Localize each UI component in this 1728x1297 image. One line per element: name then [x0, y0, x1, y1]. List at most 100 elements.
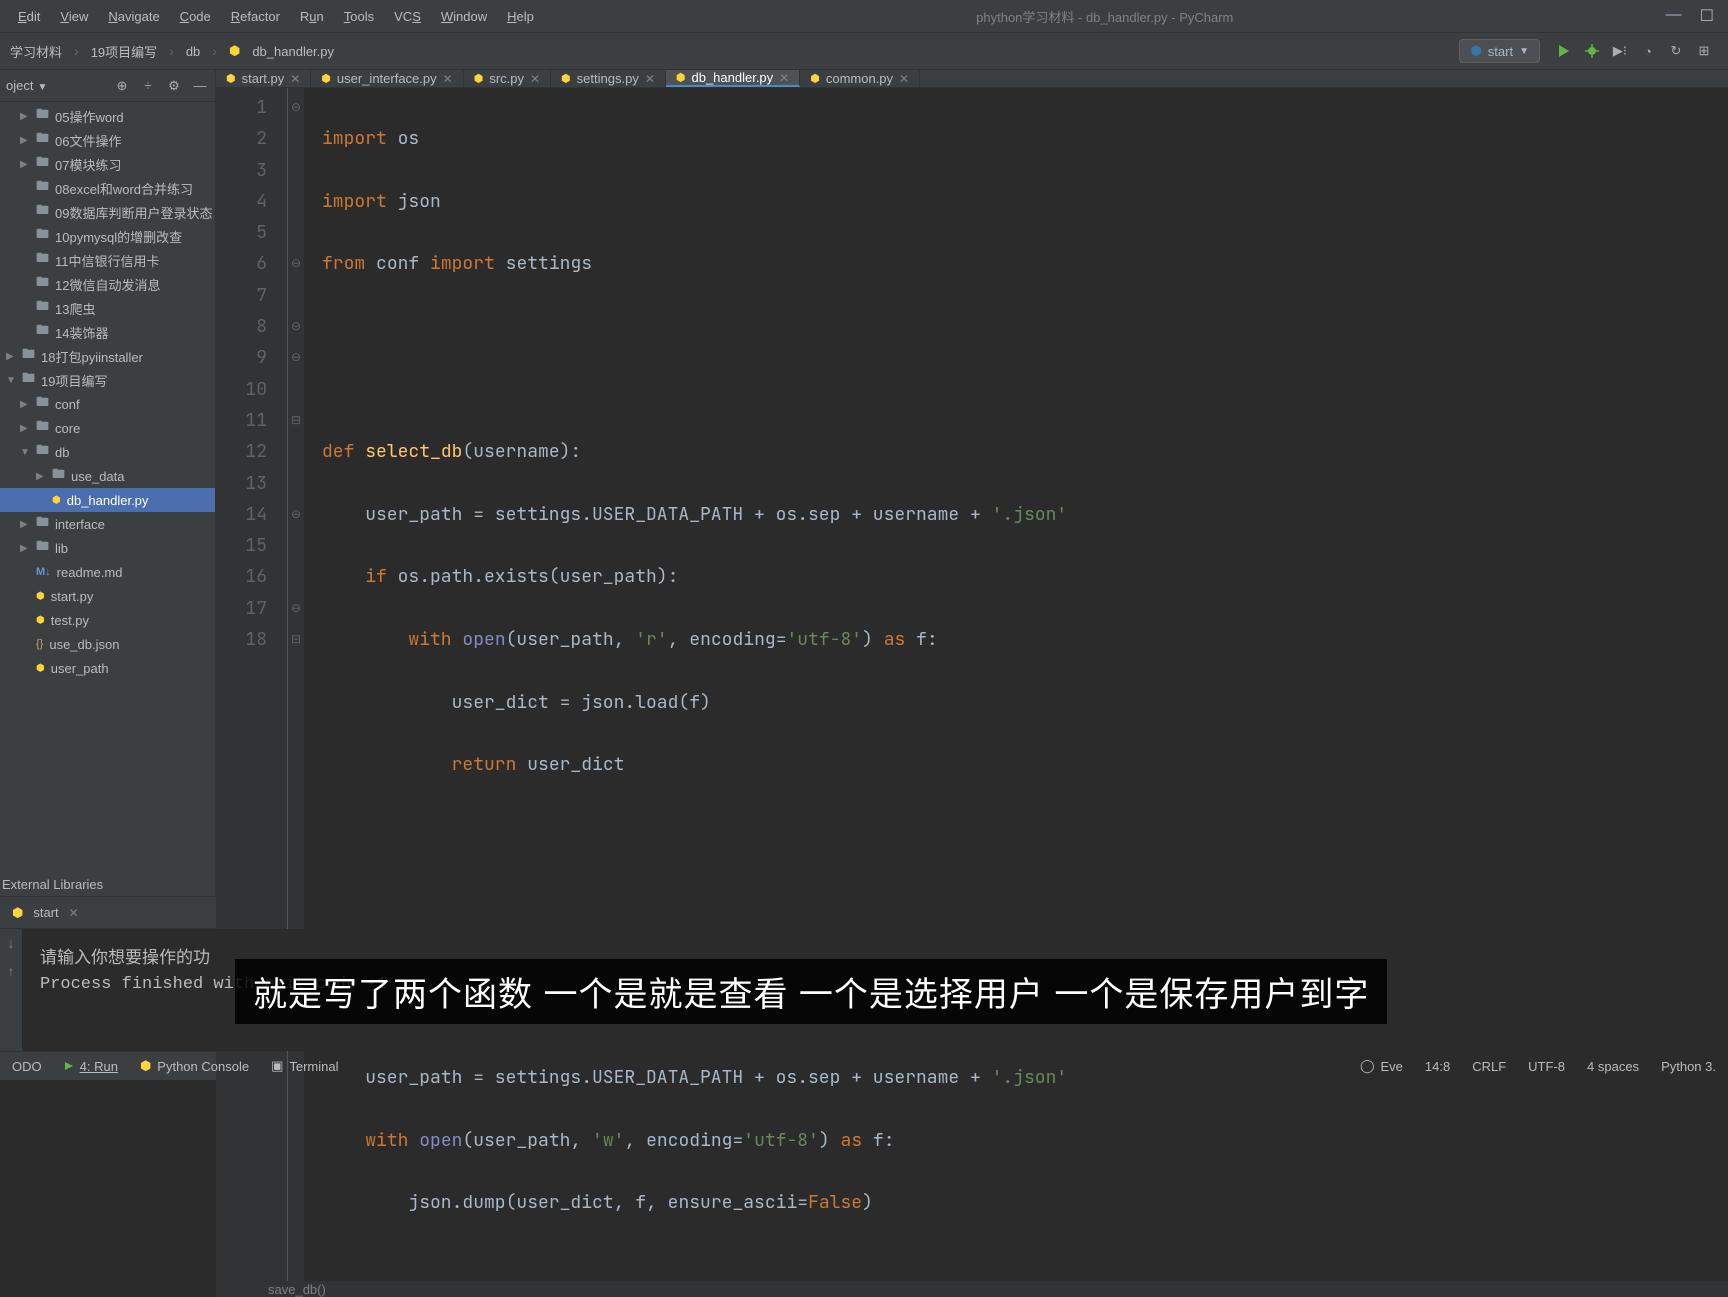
tree-item-core[interactable]: ▶🖿core: [0, 416, 215, 440]
menu-view[interactable]: View: [50, 9, 98, 24]
tree-item-07[interactable]: ▶🖿07模块练习: [0, 152, 215, 176]
close-icon[interactable]: ✕: [443, 72, 453, 86]
tree-item-readmemd[interactable]: M↓readme.md: [0, 560, 215, 584]
tree-item-testpy[interactable]: ⬢test.py: [0, 608, 215, 632]
run-tool[interactable]: 4: Run: [64, 1059, 118, 1074]
close-icon[interactable]: ✕: [899, 72, 909, 86]
close-icon[interactable]: ✕: [530, 72, 540, 86]
tree-item-use_dbjson[interactable]: {}use_db.json: [0, 632, 215, 656]
menu-run[interactable]: Run: [290, 9, 334, 24]
code-breadcrumb[interactable]: save_db(): [216, 1281, 1728, 1297]
tab-db_handlerpy[interactable]: ⬢db_handler.py✕: [666, 70, 800, 87]
tree-item-08excelword[interactable]: 🖿08excel和word合并练习: [0, 176, 215, 200]
fold-column[interactable]: ⊖ ⊖⊖⊖ ⊟⊖ ⊖⊟: [288, 88, 304, 1281]
breadcrumb-root[interactable]: 学习材料: [10, 42, 62, 61]
code-editor[interactable]: 123456789101112131415161718 ⊖ ⊖⊖⊖ ⊟⊖ ⊖⊟ …: [216, 88, 1728, 1281]
close-icon[interactable]: ✕: [779, 71, 789, 85]
collapse-icon[interactable]: ÷: [137, 75, 159, 97]
debug-button[interactable]: [1581, 40, 1603, 62]
tree-item-13[interactable]: 🖿13爬虫: [0, 296, 215, 320]
tree-item-db_handlerpy[interactable]: ⬢db_handler.py: [0, 488, 215, 512]
tree-item-11[interactable]: 🖿11中信银行信用卡: [0, 248, 215, 272]
project-tree[interactable]: ▶🖿05操作word▶🖿06文件操作▶🖿07模块练习🖿08excel和word合…: [0, 102, 215, 872]
tree-item-use_data[interactable]: ▶🖿use_data: [0, 464, 215, 488]
breadcrumb-file[interactable]: db_handler.py: [252, 44, 334, 59]
hide-icon[interactable]: —: [189, 75, 211, 97]
code-content[interactable]: import os import json from conf import s…: [304, 88, 1728, 1281]
tab-settingspy[interactable]: ⬢settings.py✕: [551, 70, 666, 87]
run-console[interactable]: ↓ ↑ 请输入你想要操作的功 Process finished with exi…: [0, 929, 1728, 1051]
breadcrumb-project[interactable]: 19项目编写: [91, 42, 157, 61]
tree-item-19[interactable]: ▼🖿19项目编写: [0, 368, 215, 392]
terminal-tool[interactable]: ▣Terminal: [271, 1058, 338, 1074]
tree-item-14[interactable]: 🖿 14装饰器: [0, 320, 215, 344]
minimize-icon[interactable]: —: [1666, 6, 1682, 26]
todo-tool[interactable]: ODO: [12, 1059, 42, 1074]
rerun-icon[interactable]: ↓: [7, 937, 15, 953]
tree-item-label: 10pymysql的增删改查: [55, 227, 182, 246]
menu-edit[interactable]: Edit: [8, 9, 50, 24]
tree-item-interface[interactable]: ▶🖿interface: [0, 512, 215, 536]
tree-item-startpy[interactable]: ⬢start.py: [0, 584, 215, 608]
reload-icon[interactable]: ↻: [1665, 40, 1687, 62]
tree-item-user_path[interactable]: ⬢user_path: [0, 656, 215, 680]
tab-label: db_handler.py: [691, 70, 773, 85]
gear-icon[interactable]: ⚙: [163, 75, 185, 97]
tree-item-label: conf: [55, 397, 80, 412]
tree-item-conf[interactable]: ▶🖿conf: [0, 392, 215, 416]
tree-item-label: interface: [55, 517, 105, 532]
folder-icon: 🖿: [36, 321, 49, 343]
python-console-tool[interactable]: ⬢Python Console: [140, 1058, 249, 1074]
menu-navigate[interactable]: Navigate: [98, 9, 169, 24]
tab-startpy[interactable]: ⬢start.py✕: [216, 70, 311, 87]
tree-item-18pyiinstaller[interactable]: ▶🖿18打包pyiinstaller: [0, 344, 215, 368]
project-panel-label[interactable]: oject▼: [4, 78, 107, 93]
cursor-position[interactable]: 14:8: [1425, 1059, 1450, 1074]
menu-code[interactable]: Code: [170, 9, 221, 24]
menu-help[interactable]: Help: [497, 9, 544, 24]
run-button[interactable]: [1553, 40, 1575, 62]
close-icon[interactable]: ✕: [69, 906, 79, 920]
line-number: 9: [216, 342, 267, 373]
event-log-tool[interactable]: ◯ Eve: [1360, 1058, 1403, 1074]
python-icon: ⬢: [1470, 43, 1481, 59]
tab-srcpy[interactable]: ⬢src.py✕: [464, 70, 551, 87]
target-icon[interactable]: ⊕: [111, 75, 133, 97]
tree-item-12[interactable]: 🖿12微信自动发消息: [0, 272, 215, 296]
indent-info[interactable]: 4 spaces: [1587, 1059, 1639, 1074]
breadcrumb-folder[interactable]: db: [186, 44, 200, 59]
close-icon[interactable]: ✕: [645, 72, 655, 86]
file-encoding[interactable]: UTF-8: [1528, 1059, 1565, 1074]
tab-commonpy[interactable]: ⬢common.py✕: [800, 70, 920, 87]
tab-user_interfacepy[interactable]: ⬢user_interface.py✕: [311, 70, 463, 87]
line-number: 5: [216, 217, 267, 248]
maximize-icon[interactable]: ☐: [1700, 6, 1714, 26]
menu-vcs[interactable]: VCS: [384, 9, 431, 24]
menu-refactor[interactable]: Refactor: [221, 9, 290, 24]
tree-item-06[interactable]: ▶🖿06文件操作: [0, 128, 215, 152]
tree-item-10pymysql[interactable]: 🖿10pymysql的增删改查: [0, 224, 215, 248]
menu-tools[interactable]: Tools: [334, 9, 384, 24]
run-panel-label[interactable]: start: [33, 905, 58, 920]
navigation-toolbar: 学习材料 › 19项目编写 › db › ⬢ db_handler.py ⬢ s…: [0, 33, 1728, 70]
run-configuration-selector[interactable]: ⬢ start ▼: [1459, 39, 1540, 63]
window-controls: — ☐: [1666, 6, 1720, 26]
profile-button[interactable]: ◔: [1637, 40, 1659, 62]
line-gutter: 123456789101112131415161718: [216, 88, 288, 1281]
line-number: 14: [216, 499, 267, 530]
python-interpreter[interactable]: Python 3.: [1661, 1059, 1716, 1074]
tree-item-09[interactable]: 🖿09数据库判断用户登录状态: [0, 200, 215, 224]
tree-external-libs[interactable]: External Libraries: [0, 872, 215, 896]
tree-item-05word[interactable]: ▶🖿05操作word: [0, 104, 215, 128]
tree-item-label: 14装饰器: [55, 323, 108, 342]
tree-item-lib[interactable]: ▶🖿lib: [0, 536, 215, 560]
stop-icon[interactable]: ↑: [7, 965, 15, 981]
tree-item-db[interactable]: ▼🖿db: [0, 440, 215, 464]
menu-window[interactable]: Window: [431, 9, 497, 24]
tree-item-label: lib: [55, 541, 68, 556]
close-icon[interactable]: ✕: [290, 72, 300, 86]
search-everywhere-icon[interactable]: ⊞: [1693, 40, 1715, 62]
line-separator[interactable]: CRLF: [1472, 1059, 1506, 1074]
coverage-button[interactable]: ▶⁝: [1609, 40, 1631, 62]
line-number: 7: [216, 280, 267, 311]
